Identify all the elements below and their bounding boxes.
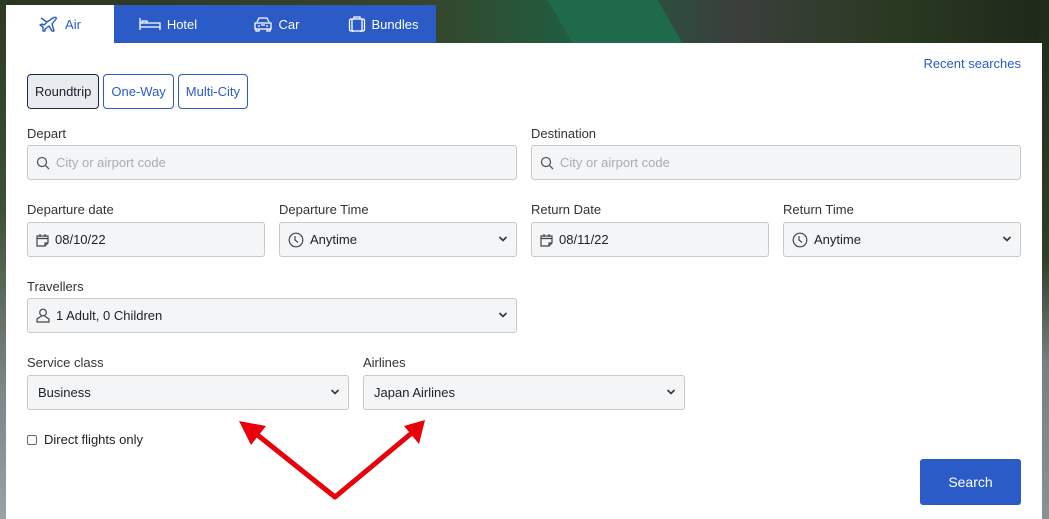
search-icon — [540, 156, 554, 170]
airlines-value: Japan Airlines — [374, 385, 455, 400]
search-button[interactable]: Search — [920, 459, 1021, 505]
departure-time-value: Anytime — [310, 232, 357, 247]
direct-flights-checkbox[interactable] — [27, 434, 37, 445]
chevron-down-icon — [1002, 235, 1012, 243]
calendar-icon — [540, 233, 553, 247]
clock-icon — [288, 232, 304, 248]
tab-car-label: Car — [278, 16, 300, 32]
return-date-input[interactable]: 08/11/22 — [531, 222, 769, 257]
direct-flights-row: Direct flights only — [27, 432, 143, 447]
tab-hotel[interactable]: Hotel — [114, 5, 222, 43]
return-date-label: Return Date — [531, 202, 602, 217]
one-way-button[interactable]: One-Way — [103, 74, 174, 109]
tab-bundles-label: Bundles — [371, 16, 419, 32]
booking-tabs: Air Hotel Car Bundles — [6, 5, 436, 43]
calendar-icon — [36, 233, 49, 247]
flight-search-panel: Recent searches Roundtrip One-Way Multi-… — [6, 43, 1042, 519]
multi-city-button[interactable]: Multi-City — [177, 74, 248, 109]
direct-flights-label[interactable]: Direct flights only — [44, 432, 143, 447]
car-icon — [253, 16, 273, 32]
return-time-select[interactable]: Anytime — [783, 222, 1021, 257]
trip-type-selector: Roundtrip One-Way Multi-City — [27, 74, 248, 109]
service-class-select[interactable]: Business — [27, 375, 349, 410]
destination-input[interactable]: City or airport code — [531, 145, 1021, 180]
departure-time-select[interactable]: Anytime — [279, 222, 517, 257]
airplane-icon — [39, 15, 59, 33]
chevron-down-icon — [666, 388, 676, 396]
destination-placeholder: City or airport code — [560, 155, 670, 170]
destination-label: Destination — [531, 126, 597, 141]
return-time-label: Return Time — [783, 202, 854, 217]
tab-air[interactable]: Air — [6, 5, 114, 43]
person-icon — [36, 308, 50, 323]
departure-date-input[interactable]: 08/10/22 — [27, 222, 265, 257]
airlines-select[interactable]: Japan Airlines — [363, 375, 685, 410]
tab-air-label: Air — [65, 16, 81, 32]
service-class-value: Business — [38, 385, 91, 400]
bed-icon — [139, 17, 161, 31]
tab-hotel-label: Hotel — [166, 16, 198, 32]
chevron-down-icon — [330, 388, 340, 396]
service-class-label: Service class — [27, 355, 104, 370]
return-time-value: Anytime — [814, 232, 861, 247]
departure-date-value: 08/10/22 — [55, 232, 106, 247]
depart-placeholder: City or airport code — [56, 155, 166, 170]
depart-label: Depart — [27, 126, 67, 141]
tab-bundles[interactable]: Bundles — [330, 5, 436, 43]
depart-input[interactable]: City or airport code — [27, 145, 517, 180]
travellers-label: Travellers — [27, 279, 84, 294]
return-date-value: 08/11/22 — [559, 232, 609, 247]
roundtrip-button[interactable]: Roundtrip — [27, 74, 100, 109]
departure-time-label: Departure Time — [279, 202, 369, 217]
travellers-value: 1 Adult, 0 Children — [56, 308, 163, 323]
search-icon — [36, 156, 50, 170]
airlines-label: Airlines — [363, 355, 406, 370]
departure-date-label: Departure date — [27, 202, 114, 217]
suitcase-icon — [348, 15, 366, 33]
clock-icon — [792, 232, 808, 248]
recent-searches-link[interactable]: Recent searches — [923, 56, 1021, 71]
chevron-down-icon — [498, 311, 508, 319]
tab-car[interactable]: Car — [222, 5, 330, 43]
travellers-select[interactable]: 1 Adult, 0 Children — [27, 298, 517, 333]
chevron-down-icon — [498, 235, 508, 243]
